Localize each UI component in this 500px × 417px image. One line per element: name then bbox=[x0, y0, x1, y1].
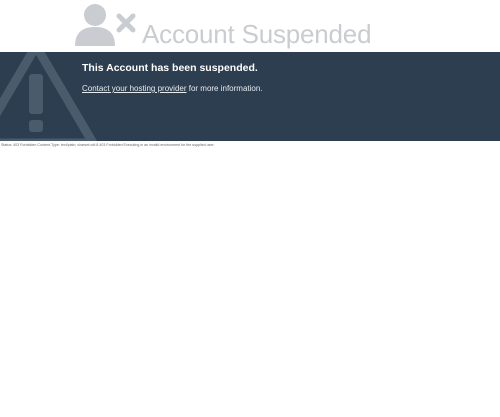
status-line: Status: 403 Forbidden Content-Type: text… bbox=[1, 143, 215, 147]
suspension-banner: This Account has been suspended. Contact… bbox=[0, 52, 500, 141]
banner-heading: This Account has been suspended. bbox=[82, 62, 258, 74]
page-header: Account Suspended bbox=[0, 0, 500, 52]
banner-message: Contact your hosting provider for more i… bbox=[82, 84, 263, 93]
suspended-page: Account Suspended This Account has been … bbox=[0, 0, 500, 417]
banner-message-tail: for more information. bbox=[186, 84, 263, 93]
contact-hosting-provider-link[interactable]: Contact your hosting provider bbox=[82, 84, 187, 93]
user-remove-icon bbox=[75, 4, 136, 46]
page-title: Account Suspended bbox=[142, 19, 372, 49]
